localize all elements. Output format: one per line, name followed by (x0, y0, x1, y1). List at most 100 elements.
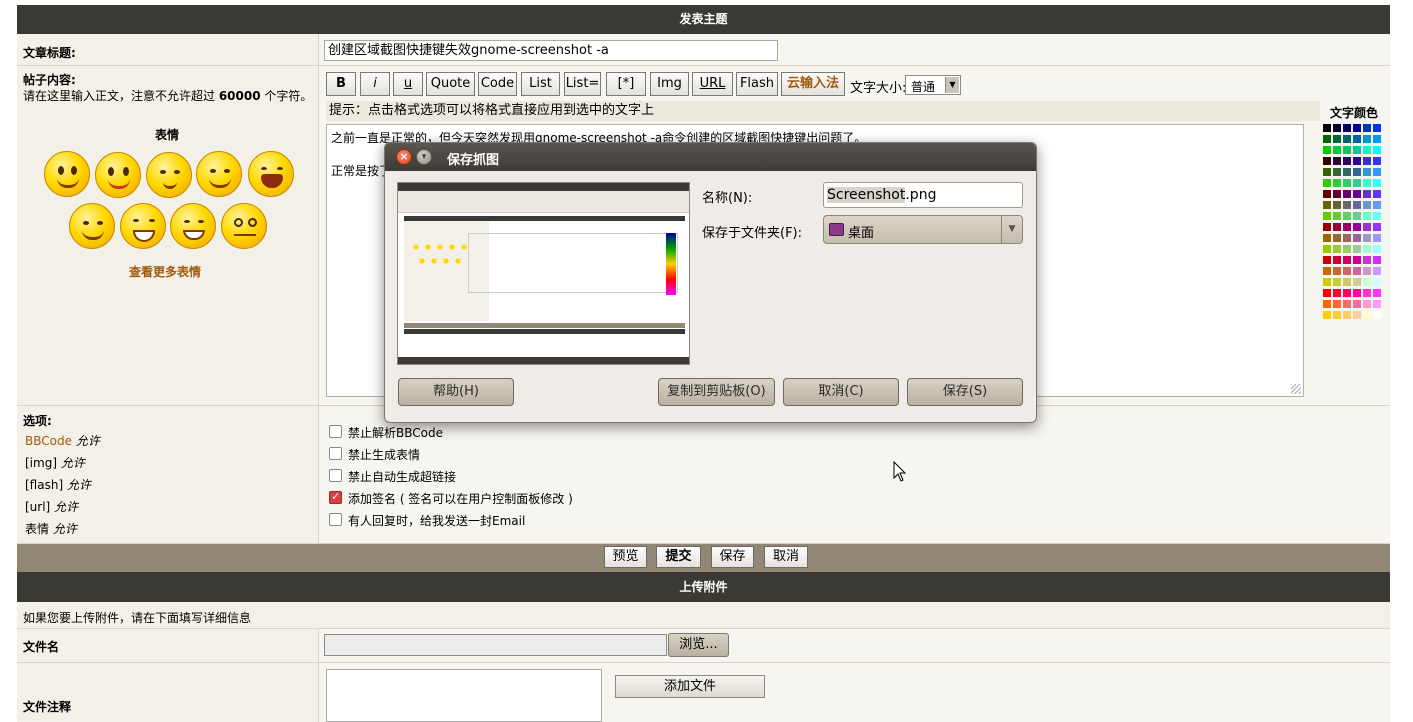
color-swatch[interactable] (1343, 212, 1351, 220)
color-swatch[interactable] (1363, 157, 1371, 165)
color-swatch[interactable] (1363, 300, 1371, 308)
save-draft-button[interactable]: 保存 (711, 546, 754, 568)
color-swatch[interactable] (1323, 168, 1331, 176)
color-swatch[interactable] (1353, 300, 1361, 308)
color-swatch[interactable] (1343, 146, 1351, 154)
color-swatch[interactable] (1323, 179, 1331, 187)
bold-button[interactable]: B (326, 72, 356, 96)
add-file-button[interactable]: 添加文件 (615, 675, 765, 698)
color-swatch[interactable] (1373, 300, 1381, 308)
color-swatch[interactable] (1333, 223, 1341, 231)
color-swatch[interactable] (1373, 245, 1381, 253)
color-swatch[interactable] (1323, 212, 1331, 220)
color-swatch[interactable] (1363, 190, 1371, 198)
color-swatch[interactable] (1363, 234, 1371, 242)
color-swatch[interactable] (1343, 267, 1351, 275)
color-swatch[interactable] (1353, 278, 1361, 286)
font-size-select[interactable]: 普通 ▼ (905, 75, 961, 95)
smiley-icon[interactable] (120, 203, 166, 249)
disable-autolink-checkbox[interactable] (329, 469, 342, 482)
color-swatch[interactable] (1343, 234, 1351, 242)
color-swatch[interactable] (1333, 135, 1341, 143)
color-swatch[interactable] (1353, 146, 1361, 154)
color-swatch[interactable] (1373, 124, 1381, 132)
color-swatch[interactable] (1343, 289, 1351, 297)
close-icon[interactable]: × (396, 149, 412, 165)
filename-input[interactable]: Screenshot.png (823, 182, 1023, 208)
text-color-palette[interactable] (1323, 124, 1383, 400)
dialog-cancel-button[interactable]: 取消(C) (783, 378, 899, 406)
notify-reply-checkbox[interactable] (329, 513, 342, 526)
color-swatch[interactable] (1333, 245, 1341, 253)
color-swatch[interactable] (1323, 124, 1331, 132)
flash-button[interactable]: Flash (736, 72, 778, 96)
color-swatch[interactable] (1333, 256, 1341, 264)
color-swatch[interactable] (1353, 267, 1361, 275)
color-swatch[interactable] (1343, 124, 1351, 132)
smiley-icon[interactable] (196, 151, 242, 197)
color-swatch[interactable] (1363, 289, 1371, 297)
color-swatch[interactable] (1333, 289, 1341, 297)
color-swatch[interactable] (1363, 124, 1371, 132)
color-swatch[interactable] (1333, 311, 1341, 319)
color-swatch[interactable] (1343, 190, 1351, 198)
color-swatch[interactable] (1343, 179, 1351, 187)
color-swatch[interactable] (1323, 190, 1331, 198)
color-swatch[interactable] (1363, 311, 1371, 319)
color-swatch[interactable] (1373, 179, 1381, 187)
color-swatch[interactable] (1323, 267, 1331, 275)
color-swatch[interactable] (1343, 135, 1351, 143)
color-swatch[interactable] (1373, 157, 1381, 165)
color-swatch[interactable] (1373, 201, 1381, 209)
attach-signature-checkbox[interactable] (329, 490, 342, 504)
color-swatch[interactable] (1373, 289, 1381, 297)
color-swatch[interactable] (1343, 157, 1351, 165)
color-swatch[interactable] (1353, 311, 1361, 319)
color-swatch[interactable] (1343, 311, 1351, 319)
color-swatch[interactable] (1353, 289, 1361, 297)
smiley-icon[interactable] (44, 151, 90, 197)
color-swatch[interactable] (1323, 245, 1331, 253)
smiley-icon[interactable] (146, 152, 192, 198)
bbcode-link[interactable]: BBCode (25, 434, 72, 448)
disable-bbcode-checkbox[interactable] (329, 425, 342, 438)
color-swatch[interactable] (1363, 278, 1371, 286)
color-swatch[interactable] (1323, 256, 1331, 264)
color-swatch[interactable] (1373, 234, 1381, 242)
color-swatch[interactable] (1363, 146, 1371, 154)
file-path-input[interactable] (324, 634, 667, 656)
color-swatch[interactable] (1333, 146, 1341, 154)
cloud-ime-button[interactable]: 云输入法 (781, 72, 845, 96)
color-swatch[interactable] (1353, 234, 1361, 242)
cancel-post-button[interactable]: 取消 (764, 546, 808, 568)
resize-grip-icon[interactable] (1291, 384, 1301, 394)
color-swatch[interactable] (1353, 223, 1361, 231)
more-emoticons-link[interactable]: 查看更多表情 (129, 263, 201, 280)
color-swatch[interactable] (1353, 256, 1361, 264)
color-swatch[interactable] (1353, 212, 1361, 220)
color-swatch[interactable] (1363, 256, 1371, 264)
color-swatch[interactable] (1343, 245, 1351, 253)
list-ordered-button[interactable]: List= (564, 72, 601, 96)
color-swatch[interactable] (1333, 179, 1341, 187)
color-swatch[interactable] (1333, 212, 1341, 220)
dialog-save-button[interactable]: 保存(S) (907, 378, 1023, 406)
color-swatch[interactable] (1323, 223, 1331, 231)
help-button[interactable]: 帮助(H) (398, 378, 514, 406)
color-swatch[interactable] (1333, 267, 1341, 275)
img-button[interactable]: Img (650, 72, 689, 96)
smiley-icon[interactable] (95, 152, 141, 198)
smiley-icon[interactable] (170, 203, 216, 249)
color-swatch[interactable] (1333, 157, 1341, 165)
color-swatch[interactable] (1323, 135, 1331, 143)
color-swatch[interactable] (1343, 256, 1351, 264)
underline-button[interactable]: u (393, 72, 423, 96)
color-swatch[interactable] (1353, 201, 1361, 209)
color-swatch[interactable] (1323, 157, 1331, 165)
color-swatch[interactable] (1373, 168, 1381, 176)
color-swatch[interactable] (1343, 300, 1351, 308)
color-swatch[interactable] (1323, 300, 1331, 308)
submit-button[interactable]: 提交 (656, 546, 701, 568)
color-swatch[interactable] (1343, 278, 1351, 286)
disable-smilies-checkbox[interactable] (329, 447, 342, 460)
